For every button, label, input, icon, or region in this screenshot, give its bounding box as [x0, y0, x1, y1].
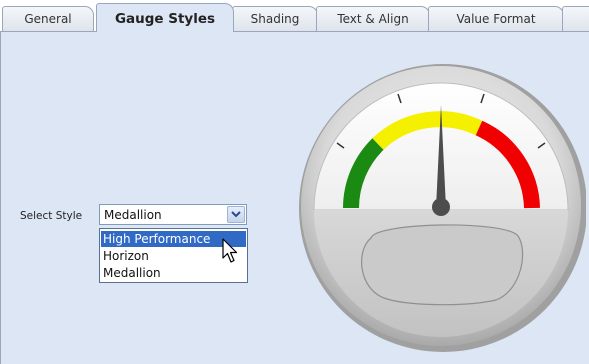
tab-value-format[interactable]: Value Format: [428, 6, 564, 31]
tab-general-label: General: [24, 12, 72, 26]
tab-overflow[interactable]: [562, 6, 589, 31]
select-style-label: Select Style: [20, 210, 83, 222]
tab-shading-label: Shading: [250, 12, 300, 26]
tab-general[interactable]: General: [2, 6, 94, 31]
tab-gauge-styles[interactable]: Gauge Styles: [96, 3, 234, 32]
gauge-needle-hub: [432, 198, 450, 216]
style-select-value: Medallion: [104, 208, 162, 222]
tab-shading[interactable]: Shading: [232, 6, 318, 31]
gauge-value-window: [361, 224, 524, 306]
arrow-cursor-icon: [222, 238, 238, 263]
tab-text-align-label: Text & Align: [337, 12, 409, 26]
tab-text-align[interactable]: Text & Align: [316, 6, 430, 31]
gauge-preview: [299, 64, 586, 352]
tab-strip: General Shading Text & Align Value Forma…: [0, 0, 589, 32]
chevron-down-icon[interactable]: [227, 206, 245, 223]
dialog: General Shading Text & Align Value Forma…: [0, 0, 589, 364]
style-select[interactable]: Medallion: [99, 204, 247, 225]
tab-value-format-label: Value Format: [456, 12, 536, 26]
option-medallion[interactable]: Medallion: [101, 265, 246, 281]
tab-gauge-styles-label: Gauge Styles: [114, 10, 216, 27]
